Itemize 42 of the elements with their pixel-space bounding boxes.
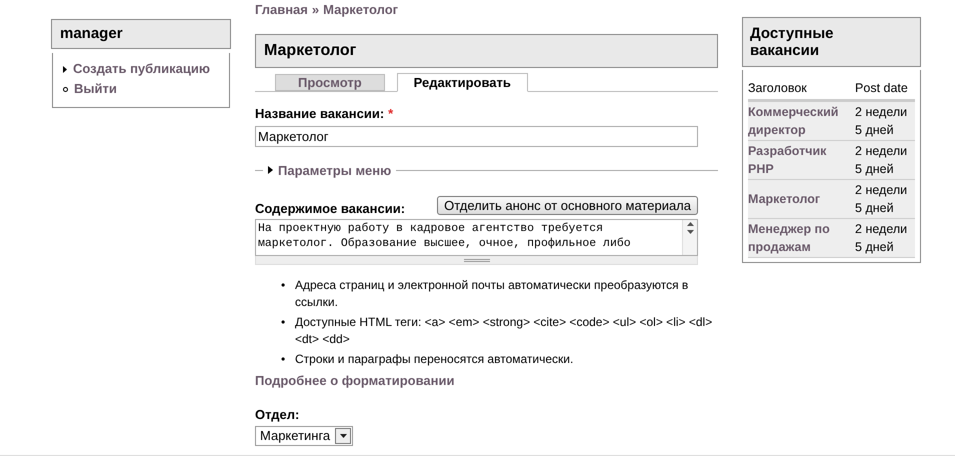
title-input-field[interactable]: Маркетолог — [255, 126, 698, 146]
tab[interactable]: Просмотр — [275, 74, 385, 91]
table-cell: 2 недели 5 дней — [855, 180, 915, 218]
table-cell: 2 недели 5 дней — [855, 218, 915, 258]
page-title: Маркетолог — [264, 41, 356, 61]
table-cell: 2 недели 5 дней — [855, 100, 915, 140]
field-label: Отдел: — [255, 406, 300, 424]
field-label: Название вакансии: — [255, 105, 384, 123]
column-header: Post date — [855, 79, 915, 100]
filter-tip: Доступные HTML теги: <a> <em> <strong> <cite> <code> <ul> <ol> <li> <dl> <dt> <dd> — [295, 314, 714, 348]
scrollbar[interactable] — [682, 220, 697, 255]
textarea-text: На проектную работу в кадровое агентство требуется маркетолог. Образование высшее, очное, профильное либо — [257, 221, 632, 252]
resize-grippie[interactable] — [255, 256, 698, 265]
split-summary-button[interactable]: Отделить анонс от основного материала — [437, 196, 698, 215]
vacancy-link[interactable]: Разработчик PHP — [748, 140, 856, 180]
breadcrumb-separator: » — [312, 0, 320, 19]
vacancy-link[interactable]: Менеджер по продажам — [748, 218, 856, 258]
menu-link[interactable]: Выйти — [74, 79, 117, 99]
fieldset-legend-link[interactable]: Параметры меню — [278, 160, 392, 180]
menu-link[interactable]: Создать публикацию — [73, 59, 210, 79]
field-label: Содержимое вакансии: — [255, 200, 406, 218]
block-title: Доступные вакансии — [750, 25, 835, 59]
vacancy-link[interactable]: Коммерческий директор — [748, 100, 856, 140]
filter-tip: Строки и параграфы переносятся автоматически. — [295, 351, 574, 368]
bullet: • — [281, 351, 286, 368]
table-cell: 2 недели 5 дней — [855, 140, 915, 180]
required-mark: * — [388, 105, 394, 123]
scroll-down-icon[interactable] — [686, 230, 694, 234]
dropdown-caret-icon — [340, 434, 347, 438]
breadcrumb-link[interactable]: Маркетолог — [323, 0, 398, 20]
bullet: • — [281, 314, 286, 331]
column-header: Заголовок — [748, 79, 856, 100]
formatting-help-link[interactable]: Подробнее о форматировании — [255, 371, 454, 390]
filter-tip: Адреса страниц и электронной почты автоматически преобразуются в ссылки. — [295, 277, 690, 311]
textarea-field[interactable]: На проектную работу в кадровое агентство требуется маркетолог. Образование высшее, очное, профильное либо — [255, 219, 698, 256]
vacancy-link[interactable]: Маркетолог — [748, 180, 856, 218]
scroll-up-icon[interactable] — [686, 222, 694, 226]
bullet: • — [281, 277, 286, 294]
breadcrumb-link[interactable]: Главная — [255, 0, 308, 20]
tab[interactable]: Редактировать — [396, 73, 528, 92]
department-select[interactable]: Маркетинга — [255, 426, 354, 446]
block-title: manager — [60, 24, 123, 44]
